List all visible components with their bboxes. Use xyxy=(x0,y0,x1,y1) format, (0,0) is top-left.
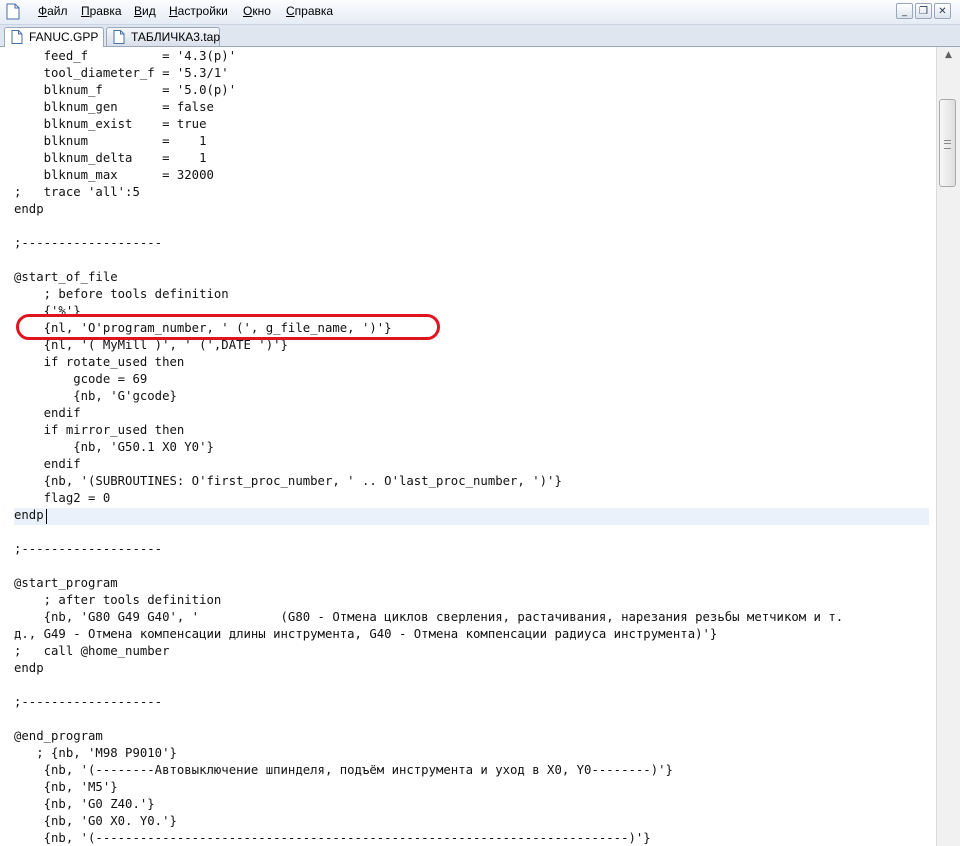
code-text[interactable]: feed_f = '4.3(p)' tool_diameter_f = '5.3… xyxy=(14,48,843,846)
code-line[interactable]: blknum = 1 xyxy=(14,133,843,150)
scrollbar-thumb[interactable] xyxy=(939,99,956,187)
menu-edit[interactable]: Правка xyxy=(81,4,122,18)
code-line[interactable]: blknum_f = '5.0(p)' xyxy=(14,82,843,99)
grip-icon xyxy=(944,140,951,149)
code-line[interactable] xyxy=(14,252,843,269)
code-line[interactable]: {nb, '(--------Автовыключение шпинделя, … xyxy=(14,762,843,779)
red-annotation-ring xyxy=(16,314,440,340)
file-icon xyxy=(113,30,125,44)
code-line[interactable]: ; after tools definition xyxy=(14,592,843,609)
code-line[interactable] xyxy=(14,524,843,541)
menu-file[interactable]: Файл xyxy=(38,4,68,18)
document-icon xyxy=(6,3,20,20)
code-line[interactable]: endp xyxy=(14,201,843,218)
code-line[interactable]: tool_diameter_f = '5.3/1' xyxy=(14,65,843,82)
code-line[interactable]: blknum_gen = false xyxy=(14,99,843,116)
code-line[interactable] xyxy=(14,677,843,694)
tab-label: FANUC.GPP xyxy=(29,30,99,44)
code-editor[interactable]: feed_f = '4.3(p)' tool_diameter_f = '5.3… xyxy=(0,47,936,846)
vertical-scrollbar[interactable]: ▲ xyxy=(936,47,960,846)
code-line[interactable]: {nb, 'G50.1 X0 Y0'} xyxy=(14,439,843,456)
code-line[interactable]: gcode = 69 xyxy=(14,371,843,388)
menu-view[interactable]: Вид xyxy=(134,4,156,18)
restore-button[interactable]: ❐ xyxy=(915,3,932,19)
tab-bar: FANUC.GPP ТАБЛИЧКА3.tap xyxy=(0,25,960,47)
file-icon xyxy=(11,30,23,44)
code-line[interactable]: ; call @home_number xyxy=(14,643,843,660)
code-line[interactable] xyxy=(14,711,843,728)
text-caret xyxy=(46,509,47,524)
minimize-button[interactable]: _ xyxy=(896,3,913,19)
code-line[interactable]: д., G49 - Отмена компенсации длины инстр… xyxy=(14,626,843,643)
code-line[interactable]: blknum_delta = 1 xyxy=(14,150,843,167)
code-line[interactable]: endif xyxy=(14,456,843,473)
code-line[interactable]: endp xyxy=(14,660,843,677)
menu-window[interactable]: Окно xyxy=(243,4,271,18)
code-line[interactable]: {nb, 'G0 Z40.'} xyxy=(14,796,843,813)
code-line[interactable] xyxy=(14,558,843,575)
code-line[interactable]: ;------------------- xyxy=(14,694,843,711)
menu-bar: Файл Правка Вид Настройки Окно Справка _… xyxy=(0,0,960,25)
tab-fanuc-gpp[interactable]: FANUC.GPP xyxy=(4,27,104,47)
code-line[interactable]: if mirror_used then xyxy=(14,422,843,439)
code-line[interactable]: {nb, 'G'gcode} xyxy=(14,388,843,405)
tab-tablichka3[interactable]: ТАБЛИЧКА3.tap xyxy=(106,27,220,46)
code-line[interactable] xyxy=(14,218,843,235)
code-line[interactable]: {nb, 'G80 G49 G40', ' (G80 - Отмена цикл… xyxy=(14,609,844,626)
code-line[interactable]: blknum_max = 32000 xyxy=(14,167,843,184)
code-line[interactable]: endp xyxy=(14,507,843,524)
code-line[interactable]: endif xyxy=(14,405,843,422)
menu-help[interactable]: Справка xyxy=(286,4,333,18)
code-line[interactable]: {nb, 'M5'} xyxy=(14,779,843,796)
code-line[interactable]: ;------------------- xyxy=(14,235,843,252)
code-line[interactable]: ; before tools definition xyxy=(14,286,843,303)
code-line[interactable]: ;------------------- xyxy=(14,541,843,558)
code-line[interactable]: ; trace 'all':5 xyxy=(14,184,843,201)
close-button[interactable]: ✕ xyxy=(934,3,951,19)
code-line[interactable]: {nb, '(SUBROUTINES: O'first_proc_number,… xyxy=(14,473,843,490)
code-line[interactable]: if rotate_used then xyxy=(14,354,843,371)
code-line[interactable]: ; {nb, 'M98 P9010'} xyxy=(14,745,843,762)
code-line[interactable]: @start_program xyxy=(14,575,843,592)
menu-settings[interactable]: Настройки xyxy=(169,4,228,18)
code-line[interactable]: {nb, '(---------------------------------… xyxy=(14,830,843,846)
code-line[interactable]: @start_of_file xyxy=(14,269,843,286)
code-line[interactable]: feed_f = '4.3(p)' xyxy=(14,48,843,65)
code-line[interactable]: @end_program xyxy=(14,728,843,745)
code-line[interactable]: {nb, 'G0 X0. Y0.'} xyxy=(14,813,843,830)
scroll-up-arrow-icon[interactable]: ▲ xyxy=(937,47,960,64)
tab-label: ТАБЛИЧКА3.tap xyxy=(131,30,220,44)
code-line[interactable]: flag2 = 0 xyxy=(14,490,843,507)
code-line[interactable]: blknum_exist = true xyxy=(14,116,843,133)
